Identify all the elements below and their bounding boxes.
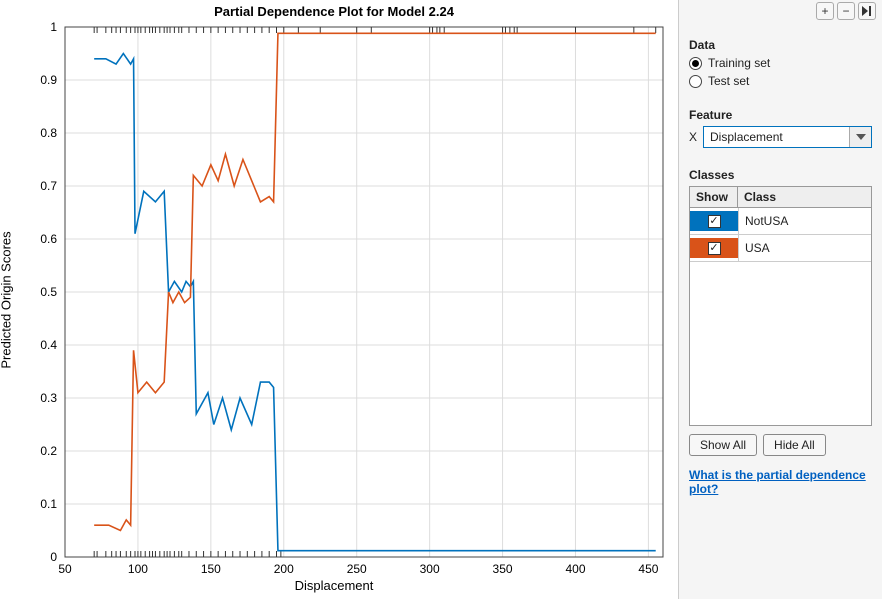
svg-text:450: 450 — [638, 562, 658, 576]
radio-training-set[interactable]: Training set — [689, 56, 872, 70]
radio-label: Test set — [708, 74, 749, 88]
svg-text:150: 150 — [201, 562, 221, 576]
classes-table: Show Class ✓ NotUSA ✓ USA — [689, 186, 872, 426]
class-name: USA — [738, 235, 871, 261]
svg-text:0.3: 0.3 — [40, 391, 57, 405]
class-row: ✓ USA — [690, 235, 871, 262]
svg-text:0.9: 0.9 — [40, 73, 57, 87]
zoom-out-button[interactable]: − — [837, 2, 855, 20]
svg-text:50: 50 — [58, 562, 72, 576]
toolbar: + − — [816, 2, 876, 20]
skip-end-button[interactable] — [858, 2, 876, 20]
svg-text:400: 400 — [565, 562, 585, 576]
side-panel: + − Data Training set Test set Feature X… — [678, 0, 882, 599]
checkbox-icon: ✓ — [708, 242, 721, 255]
svg-text:0.8: 0.8 — [40, 126, 57, 140]
svg-text:0.4: 0.4 — [40, 338, 57, 352]
class-name: NotUSA — [738, 208, 871, 234]
svg-text:0: 0 — [50, 550, 57, 564]
series-NotUSA — [94, 54, 656, 551]
feature-select[interactable]: Displacement — [703, 126, 872, 148]
svg-text:200: 200 — [274, 562, 294, 576]
checkbox-icon: ✓ — [708, 215, 721, 228]
classes-head: Show Class — [690, 187, 871, 208]
help-link[interactable]: What is the partial dependence plot? — [689, 468, 872, 496]
svg-text:0.7: 0.7 — [40, 179, 57, 193]
svg-text:300: 300 — [420, 562, 440, 576]
svg-text:0.6: 0.6 — [40, 232, 57, 246]
feature-x-label: X — [689, 130, 697, 144]
plot-area: Partial Dependence Plot for Model 2.24 P… — [0, 0, 678, 599]
chart-svg: 50 100 150 200 250 300 350 400 450 0 0.1 0.2 0.3 0.4 0… — [0, 0, 678, 599]
svg-text:1: 1 — [50, 20, 57, 34]
radio-icon — [689, 75, 702, 88]
radio-label: Training set — [708, 56, 770, 70]
svg-text:350: 350 — [493, 562, 513, 576]
svg-text:100: 100 — [128, 562, 148, 576]
hide-all-button[interactable]: Hide All — [763, 434, 826, 456]
svg-text:250: 250 — [347, 562, 367, 576]
radio-icon — [689, 57, 702, 70]
feature-section-label: Feature — [689, 108, 872, 122]
class-row: ✓ NotUSA — [690, 208, 871, 235]
chevron-down-icon — [849, 127, 871, 147]
zoom-in-button[interactable]: + — [816, 2, 834, 20]
show-all-button[interactable]: Show All — [689, 434, 757, 456]
svg-text:0.5: 0.5 — [40, 285, 57, 299]
radio-test-set[interactable]: Test set — [689, 74, 872, 88]
classes-section-label: Classes — [689, 168, 872, 182]
svg-text:0.2: 0.2 — [40, 444, 57, 458]
col-class: Class — [738, 187, 871, 207]
class-show-cell[interactable]: ✓ — [690, 235, 738, 261]
series-USA — [94, 33, 656, 530]
feature-select-value: Displacement — [704, 127, 849, 147]
svg-text:0.1: 0.1 — [40, 497, 57, 511]
data-section-label: Data — [689, 38, 872, 52]
col-show: Show — [690, 187, 738, 207]
class-show-cell[interactable]: ✓ — [690, 208, 738, 234]
